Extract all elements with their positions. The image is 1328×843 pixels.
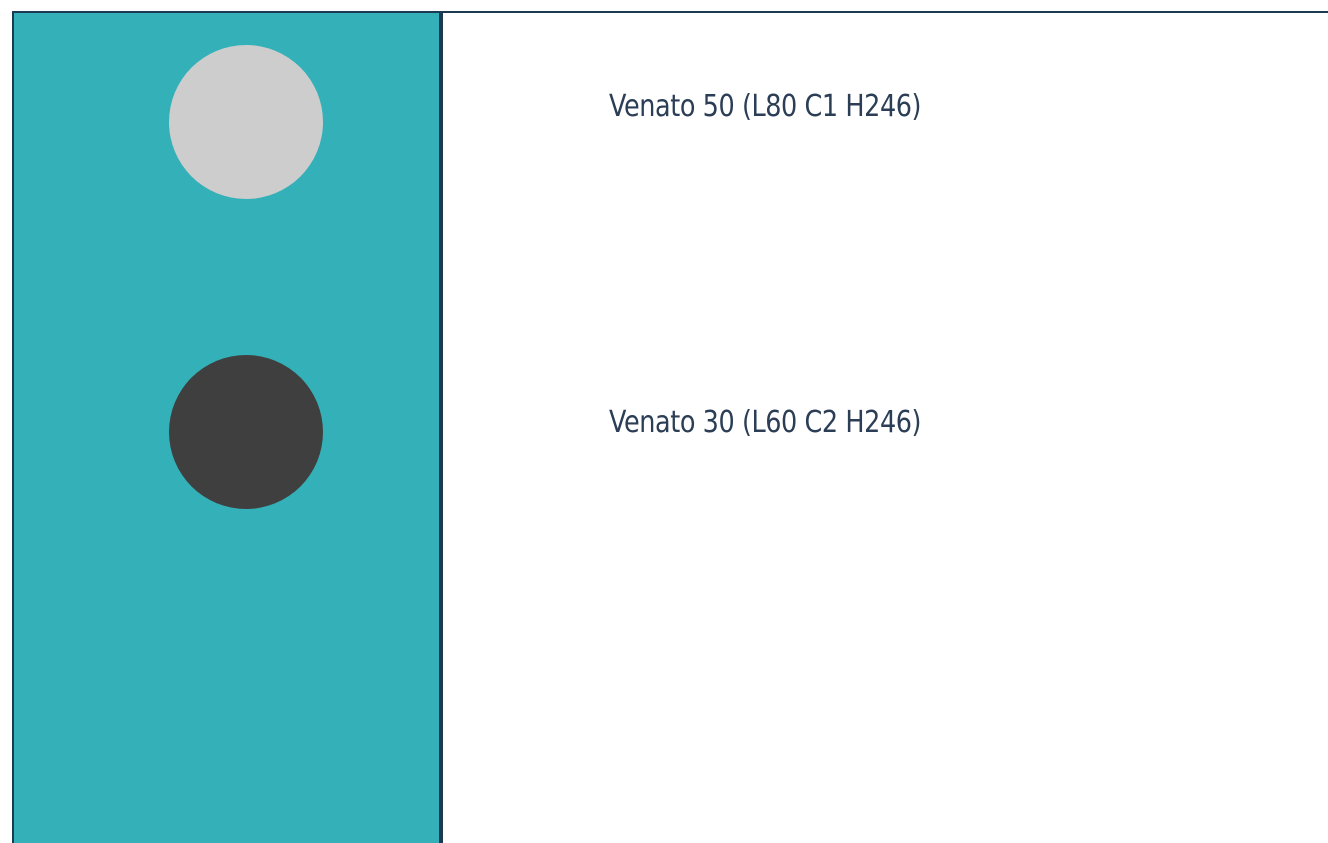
swatch-label-venato-30: Venato 30 (L60 C2 H246) <box>609 405 922 440</box>
color-swatch-venato-50 <box>169 45 323 199</box>
color-swatch-venato-30 <box>169 355 323 509</box>
swatch-panel <box>14 13 443 843</box>
swatch-label-venato-50: Venato 50 (L80 C1 H246) <box>609 89 922 124</box>
